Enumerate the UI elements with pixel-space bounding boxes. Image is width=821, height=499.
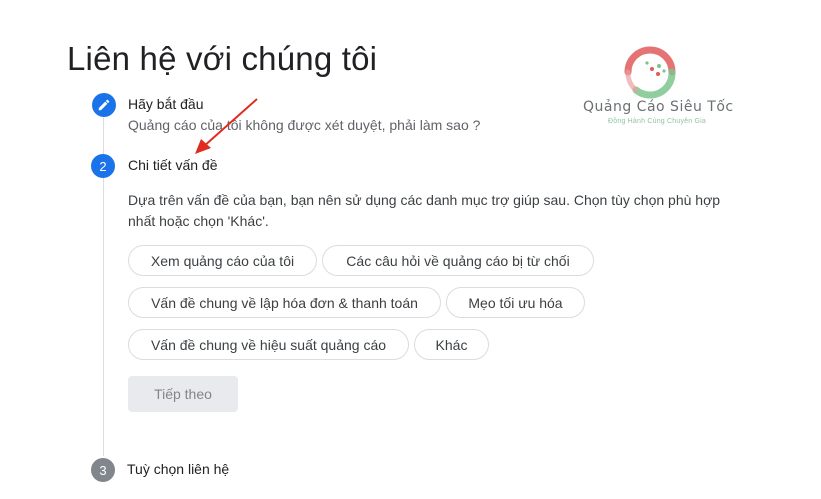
brand-logo-icon [624, 46, 676, 99]
annotation-arrow-icon [195, 98, 258, 154]
option-optimization-tips[interactable]: Mẹo tối ưu hóa [446, 287, 585, 318]
option-ad-performance[interactable]: Vấn đề chung về hiệu suất quảng cáo [128, 329, 409, 360]
step-3-indicator: 3 [91, 458, 115, 482]
next-button[interactable]: Tiếp theo [128, 376, 238, 412]
page-title: Liên hệ với chúng tôi [67, 40, 378, 77]
logo-name: Quảng Cáo Siêu Tốc [583, 99, 734, 115]
pencil-icon [98, 99, 110, 111]
step-2-description: Dựa trên vấn đề của bạn, bạn nên sử dụng… [128, 192, 721, 229]
logo-tagline: Đồng Hành Cùng Chuyên Gia [608, 118, 707, 125]
option-view-my-ads[interactable]: Xem quảng cáo của tôi [128, 245, 317, 276]
step-1-summary: Quảng cáo của tôi không được xét duyệt, … [128, 117, 481, 133]
option-other[interactable]: Khác [414, 329, 489, 360]
option-billing-payments[interactable]: Vấn đề chung về lập hóa đơn & thanh toán [128, 287, 441, 318]
option-disapproved-ads-questions[interactable]: Các câu hỏi về quảng cáo bị từ chối [322, 245, 594, 276]
step-1-indicator[interactable] [92, 93, 116, 117]
step-3-title: Tuỳ chọn liên hệ [127, 461, 230, 477]
step-2-indicator: 2 [91, 154, 115, 178]
